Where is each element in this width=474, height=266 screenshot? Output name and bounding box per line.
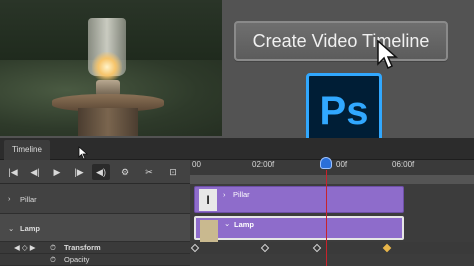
chevron-down-icon[interactable]: ⌄ bbox=[224, 219, 230, 228]
go-to-first-frame-icon[interactable]: |◀ bbox=[4, 164, 22, 180]
audio-icon[interactable]: ◀) bbox=[92, 164, 110, 180]
keyframe[interactable] bbox=[312, 243, 322, 253]
clip-lamp[interactable]: ⌄ Lamp bbox=[194, 216, 404, 242]
keyframe[interactable] bbox=[260, 243, 270, 253]
play-icon[interactable]: ▶ bbox=[48, 164, 66, 180]
playback-controls: |◀ ◀| ▶ |▶ ◀) ⚙ ✂ ⊡ bbox=[0, 160, 190, 184]
layer-row-pillar[interactable]: › Pillar bbox=[0, 184, 190, 214]
keyframe[interactable] bbox=[190, 243, 200, 253]
layer-name: Lamp bbox=[20, 224, 41, 233]
expand-arrow-icon[interactable]: › bbox=[8, 194, 11, 203]
stopwatch-icon[interactable]: ⏱ bbox=[50, 255, 56, 265]
panel-tab-bar: Timeline bbox=[0, 138, 474, 160]
previous-frame-icon[interactable]: ◀| bbox=[26, 164, 44, 180]
clip-label: Lamp bbox=[234, 220, 255, 229]
playhead-line[interactable] bbox=[326, 170, 327, 266]
keyframe-nav-icon[interactable]: ◀ ◇ ▶ bbox=[14, 243, 35, 252]
clip-label: Pillar bbox=[233, 190, 250, 199]
layer-thumbnail: I bbox=[199, 189, 217, 211]
property-name: Transform bbox=[64, 243, 101, 252]
keyframe-track-transform[interactable] bbox=[190, 242, 474, 254]
property-row-opacity[interactable]: ⏱ Opacity bbox=[0, 254, 190, 266]
document-canvas bbox=[0, 0, 222, 136]
property-row-transform[interactable]: ◀ ◇ ▶ ⏱ Transform bbox=[0, 242, 190, 254]
settings-gear-icon[interactable]: ⚙ bbox=[116, 164, 134, 180]
lamp-flame bbox=[92, 52, 122, 82]
pillar-body bbox=[78, 108, 138, 136]
property-name: Opacity bbox=[64, 255, 90, 264]
collapse-arrow-icon[interactable]: ⌄ bbox=[8, 224, 14, 233]
transition-icon[interactable]: ⊡ bbox=[164, 164, 182, 180]
chevron-right-icon[interactable]: › bbox=[223, 190, 226, 199]
clip-pillar[interactable]: I › Pillar bbox=[194, 186, 404, 213]
tick-label: 02:00f bbox=[252, 160, 275, 169]
mouse-cursor-icon bbox=[377, 40, 398, 70]
split-scissors-icon[interactable]: ✂ bbox=[140, 164, 158, 180]
stopwatch-icon[interactable]: ⏱ bbox=[50, 243, 56, 253]
tick-label: 00f bbox=[336, 160, 348, 169]
tab-timeline[interactable]: Timeline bbox=[4, 140, 50, 160]
layer-row-lamp[interactable]: ⌄ Lamp bbox=[0, 214, 190, 242]
layer-thumbnail bbox=[200, 220, 218, 242]
tick-label: 00 bbox=[192, 160, 201, 169]
mouse-cursor-icon bbox=[78, 146, 88, 160]
create-video-timeline-button[interactable]: Create Video Timeline bbox=[234, 21, 448, 61]
timeline-panel: Timeline |◀ ◀| ▶ |▶ ◀) ⚙ ✂ ⊡ 00 02:00f 0… bbox=[0, 138, 474, 266]
tick-label: 06:00f bbox=[392, 160, 415, 169]
keyframe-selected[interactable] bbox=[382, 243, 392, 253]
work-area-bar[interactable] bbox=[190, 175, 474, 184]
layer-name: Pillar bbox=[20, 195, 37, 204]
time-ruler[interactable]: 00 02:00f 00f 06:00f bbox=[190, 157, 474, 184]
next-frame-icon[interactable]: |▶ bbox=[70, 164, 88, 180]
playhead-handle[interactable] bbox=[320, 157, 332, 169]
